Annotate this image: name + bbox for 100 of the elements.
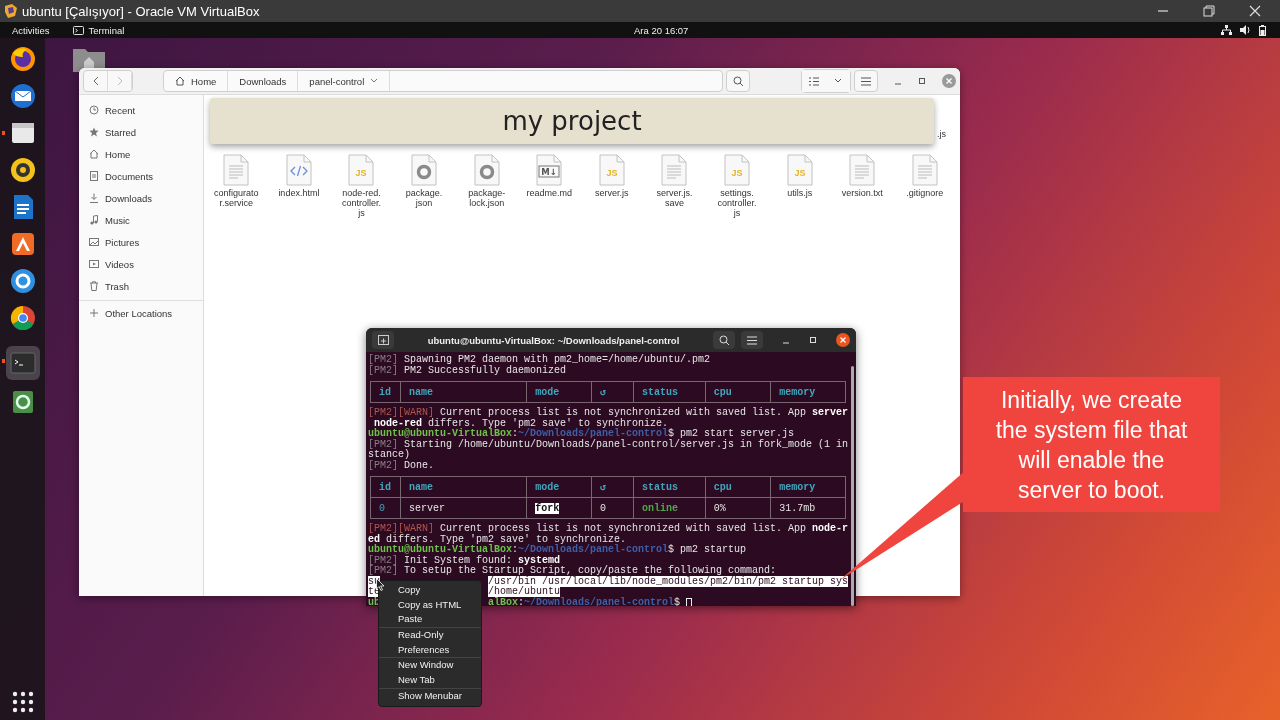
- sidebar-item[interactable]: Documents: [79, 165, 203, 187]
- terminal-line: [PM2] PM2 Successfully daemonized: [368, 365, 567, 376]
- home-icon: [89, 149, 99, 159]
- table-header-cell: cpu: [705, 382, 772, 402]
- terminal-line: alBox:~/Downloads/panel-control$: [488, 597, 682, 606]
- json-file-icon[interactable]: [410, 154, 439, 186]
- menu-icon: [861, 76, 871, 86]
- documents-icon: [89, 171, 99, 181]
- menu-item[interactable]: New Tab: [379, 673, 481, 688]
- sidebar-item[interactable]: Pictures: [79, 231, 203, 253]
- new-tab-button[interactable]: [372, 331, 394, 349]
- path-segment[interactable]: Downloads: [228, 71, 299, 91]
- terminal-line: ubuntu@ubuntu-VirtualBox:~/Downloads/panel-control$ pm2 start server.js: [368, 429, 795, 440]
- file-name[interactable]: configurato r.service: [214, 188, 259, 208]
- menu-item[interactable]: Preferences: [379, 642, 481, 658]
- terminal-line: [PM2] To setup the Startup Script, copy/paste the following command:: [368, 566, 777, 577]
- back-icon: [91, 76, 100, 86]
- table-cell: 0: [379, 502, 385, 514]
- downloads-icon: [89, 193, 99, 203]
- maximize-icon[interactable]: [918, 77, 926, 85]
- caret-icon: [370, 78, 379, 84]
- menu-item[interactable]: New Window: [379, 658, 481, 674]
- app-grid-icon[interactable]: [11, 691, 34, 713]
- file-name[interactable]: readme.md: [526, 188, 573, 198]
- sidebar-item[interactable]: Trash: [79, 275, 203, 297]
- menu-button[interactable]: [741, 331, 763, 349]
- table-cell: 0%: [713, 502, 726, 514]
- recent-icon: [89, 105, 99, 115]
- file-name[interactable]: version.txt: [841, 188, 883, 198]
- activities-button[interactable]: Activities: [12, 24, 50, 36]
- markdown-file-icon[interactable]: M↓: [535, 154, 564, 186]
- file-name[interactable]: .js: [937, 129, 946, 139]
- network-icon[interactable]: [1221, 25, 1232, 35]
- file-name[interactable]: package. json: [405, 188, 443, 208]
- table-cell: online: [641, 502, 678, 514]
- menu-item[interactable]: Paste: [379, 612, 481, 628]
- file-name[interactable]: .gitignore: [906, 188, 944, 198]
- sidebar-item[interactable]: Recent: [79, 99, 203, 121]
- file-name[interactable]: server.js. save: [656, 188, 693, 208]
- app-icon: [3, 3, 19, 19]
- table-cell: 31.7mb: [779, 502, 816, 514]
- sidebar-item[interactable]: Music: [79, 209, 203, 231]
- file-name[interactable]: index.html: [278, 188, 320, 198]
- close-icon[interactable]: [1248, 4, 1262, 18]
- music-icon: [89, 215, 99, 225]
- table-cell: fork: [535, 502, 560, 514]
- search-icon: [732, 75, 744, 87]
- table-header-cell: status: [633, 477, 706, 497]
- volume-icon[interactable]: [1240, 25, 1251, 35]
- terminal-line: node-red differs. Type 'pm2 save' to synchronize.: [374, 418, 669, 429]
- file-name[interactable]: settings. controller. js: [717, 188, 757, 218]
- file-name[interactable]: server.js: [595, 188, 629, 198]
- menu-item[interactable]: Show Menubar: [379, 688, 481, 704]
- menu-item[interactable]: Read-Only: [379, 628, 481, 643]
- terminal-line: [PM2] Spawning PM2 daemon with pm2_home=/home/ubuntu/.pm2: [368, 355, 711, 366]
- path-segment[interactable]: panel-control: [298, 71, 391, 91]
- videos-icon: [89, 259, 99, 269]
- file-name[interactable]: package- lock.json: [468, 188, 506, 208]
- table-header-cell: mode: [527, 477, 593, 497]
- close-icon[interactable]: [836, 333, 850, 347]
- terminal-line: stance): [368, 450, 410, 461]
- terminal-icon: [73, 25, 85, 35]
- scrollbar[interactable]: [851, 366, 854, 606]
- table-header-cell: id: [371, 477, 401, 497]
- sidebar-item[interactable]: Downloads: [79, 187, 203, 209]
- search-button[interactable]: [726, 70, 750, 92]
- sidebar-item[interactable]: Starred: [79, 121, 203, 143]
- battery-icon[interactable]: [1259, 24, 1266, 36]
- terminal-line: ubuntu@ubuntu-VirtualBox:~/Downloads/panel-control$ pm2 startup: [368, 545, 747, 556]
- code-file-icon[interactable]: [284, 154, 313, 186]
- path-segment[interactable]: Home: [164, 71, 229, 91]
- menu-icon: [747, 335, 757, 345]
- app-menu[interactable]: Terminal: [88, 24, 125, 36]
- table-header-cell: mode: [527, 382, 593, 402]
- terminal-line: [PM2] Starting /home/ubuntu/Downloads/panel-control/server.js in fork_mode (1 in: [368, 439, 849, 450]
- terminal-line: [PM2][WARN] Current process list is not synchronized with saved list. App node-r: [368, 524, 849, 535]
- trash-icon: [89, 281, 99, 291]
- terminal-line: ed differs. Type 'pm2 save' to synchronize.: [368, 534, 627, 545]
- table-header-cell: name: [400, 382, 528, 402]
- table-header-cell: ↺: [592, 477, 634, 497]
- sidebar-item[interactable]: Other Locations: [79, 302, 203, 324]
- file-name[interactable]: utils.js: [787, 188, 813, 198]
- menu-item[interactable]: Copy as HTML: [379, 597, 481, 613]
- search-button[interactable]: [713, 331, 735, 349]
- table-header-cell-text: memory: [778, 480, 817, 495]
- search-icon: [718, 334, 730, 346]
- terminal-line: [PM2][WARN] Current process list is not synchronized with saved list. App server: [368, 408, 849, 419]
- sidebar-item[interactable]: Home: [79, 143, 203, 165]
- table-header-cell: id: [371, 382, 401, 402]
- table-header-cell: ↺: [592, 382, 634, 402]
- file-name[interactable]: node-red. controller. js: [341, 188, 381, 218]
- clock[interactable]: Ara 20 16:07: [634, 24, 689, 36]
- title-banner: my project: [210, 98, 934, 144]
- terminal-line: [PM2] Init System found: systemd: [368, 555, 561, 566]
- restore-icon[interactable]: [1202, 4, 1216, 18]
- table-header-cell: name: [400, 477, 528, 497]
- pictures-icon: [89, 237, 99, 247]
- json-file-icon[interactable]: [472, 154, 501, 186]
- sidebar-item[interactable]: Videos: [79, 253, 203, 275]
- plus-icon: [377, 335, 389, 345]
